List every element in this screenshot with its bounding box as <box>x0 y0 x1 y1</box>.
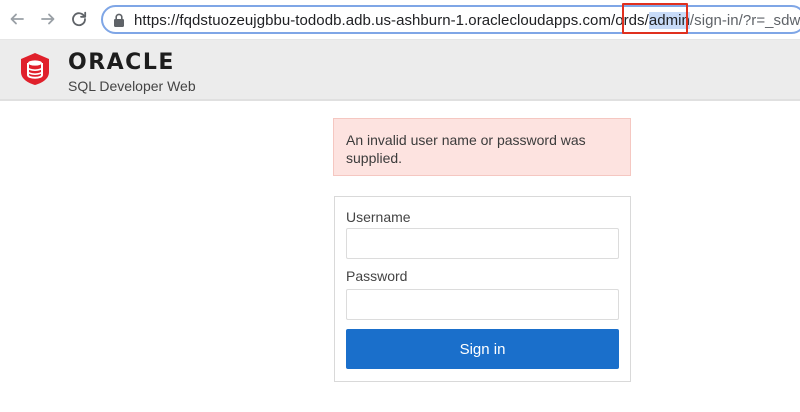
arrow-right-icon <box>41 13 55 25</box>
reload-button[interactable] <box>66 6 92 32</box>
product-name: SQL Developer Web <box>68 78 196 94</box>
url-prefix: https://fqdstuozeujgbbu-tododb.adb.us-as… <box>134 12 649 29</box>
highlight-annotation-box <box>622 3 688 34</box>
back-button[interactable] <box>4 6 30 32</box>
brand-name: ORACLE <box>68 50 175 75</box>
oracle-db-logo-icon <box>21 53 49 85</box>
login-panel: Username Password Sign in <box>334 196 631 382</box>
password-label: Password <box>346 268 408 284</box>
url-suffix: /sign-in/?r=_sdw%2 <box>689 12 800 29</box>
url-text: https://fqdstuozeujgbbu-tododb.adb.us-as… <box>134 12 800 29</box>
app-header: ORACLE SQL Developer Web <box>0 40 800 101</box>
username-label: Username <box>346 209 411 225</box>
password-field[interactable] <box>346 289 619 320</box>
error-alert: An invalid user name or password was sup… <box>333 118 631 176</box>
sign-in-button[interactable]: Sign in <box>346 329 619 369</box>
browser-toolbar: https://fqdstuozeujgbbu-tododb.adb.us-as… <box>0 0 800 40</box>
arrow-left-icon <box>10 13 24 25</box>
forward-button[interactable] <box>35 6 61 32</box>
reload-icon <box>72 11 87 27</box>
address-bar[interactable]: https://fqdstuozeujgbbu-tododb.adb.us-as… <box>101 5 800 34</box>
username-field[interactable] <box>346 228 619 259</box>
lock-icon <box>114 13 124 27</box>
